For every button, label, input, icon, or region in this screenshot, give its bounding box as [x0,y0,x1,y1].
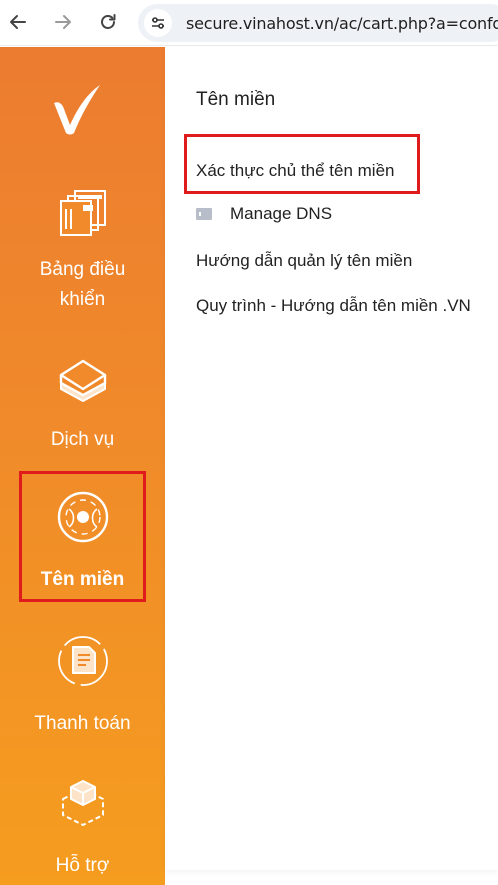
domains-submenu-panel: Tên miền Xác thực chủ thể tên miền Manag… [165,47,498,870]
url-text[interactable]: secure.vinahost.vn/ac/cart.php?a=confdom… [186,14,498,33]
sidebar-item-dashboard[interactable]: Bảng điều khiển [0,185,165,315]
link-vn-domain-process-guide[interactable]: Quy trình - Hướng dẫn tên miền .VN [196,296,471,316]
sidebar-item-label: khiển [59,289,106,310]
link-manage-dns[interactable]: Manage DNS [196,204,332,224]
sidebar-item-support[interactable]: Hỗ trợ [0,775,165,881]
browser-toolbar: secure.vinahost.vn/ac/cart.php?a=confdom… [0,0,498,46]
panel-title: Tên miền [196,89,276,110]
highlight-box-verification [184,134,420,194]
back-button[interactable] [4,8,32,36]
link-domain-management-guide[interactable]: Hướng dẫn quản lý tên miền [196,251,412,271]
link-label: Manage DNS [230,204,333,223]
reload-icon [101,14,116,29]
support-box-icon [61,780,104,826]
sidebar-item-label: Bảng điều [39,259,126,280]
invoice-icon [57,636,108,686]
dns-icon [196,208,212,220]
forward-button[interactable] [49,8,77,36]
sidebar: Bảng điều khiển Dịch vụ Tên miền Thanh t… [0,47,165,885]
sidebar-item-label: Hỗ trợ [55,855,110,876]
layers-icon [59,359,106,402]
site-info-button[interactable] [144,9,172,37]
sidebar-item-label: Thanh toán [34,713,131,734]
reload-button[interactable] [94,8,122,36]
vinahost-logo-icon[interactable] [48,81,104,137]
arrow-right-icon [55,15,71,29]
tune-icon [152,17,164,29]
highlight-box-domains [19,471,146,602]
sidebar-item-label: Dịch vụ [50,429,115,450]
dashboard-icon [59,190,106,236]
sidebar-item-services[interactable]: Dịch vụ [0,353,165,455]
arrow-left-icon [10,15,26,29]
sidebar-item-billing[interactable]: Thanh toán [0,633,165,739]
address-bar[interactable]: secure.vinahost.vn/ac/cart.php?a=confdom… [138,4,498,42]
